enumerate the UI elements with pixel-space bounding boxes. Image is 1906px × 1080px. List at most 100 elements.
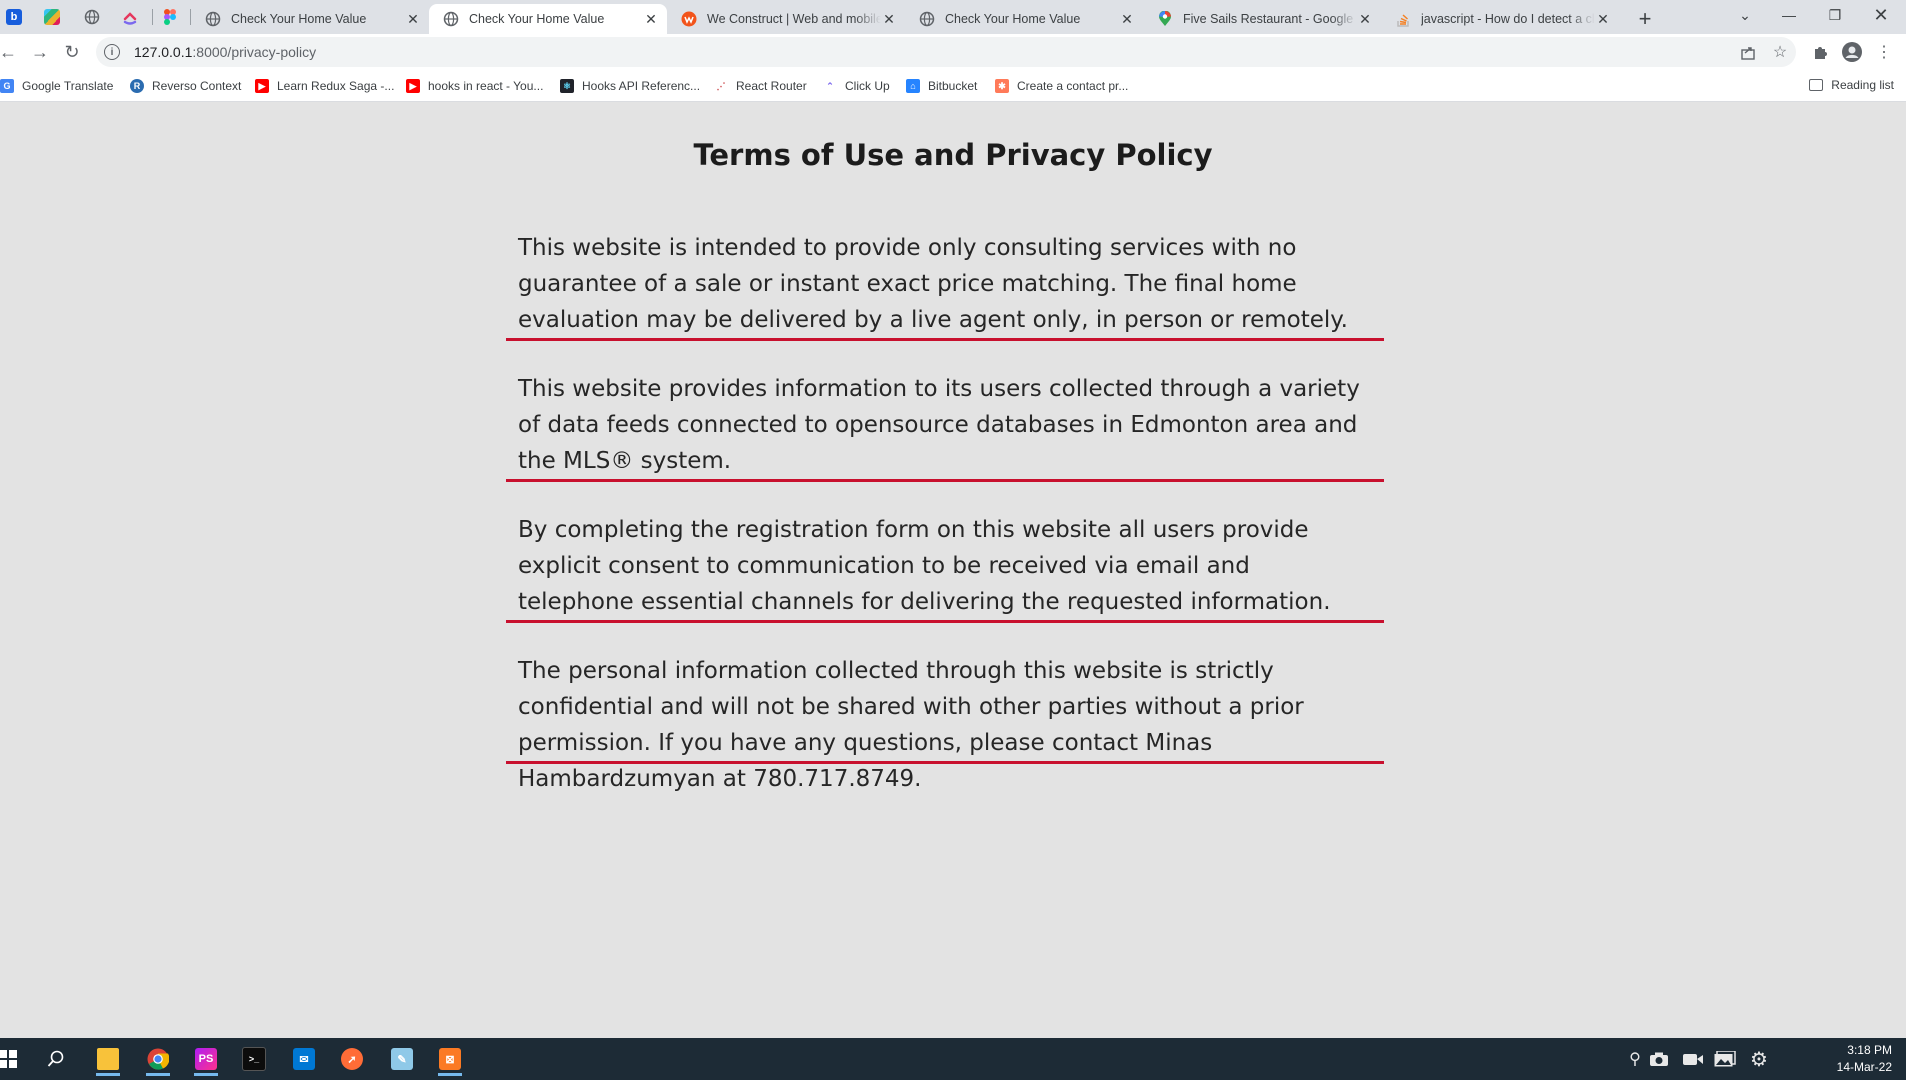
bookmark-react-router[interactable]: ⋰ React Router <box>714 78 807 94</box>
settings-gear-icon[interactable]: ⚙ <box>1748 1049 1770 1071</box>
minimize-button[interactable]: — <box>1766 0 1812 30</box>
bookmarks-bar: G Google Translate R Reverso Context ▶ Lear… <box>0 70 1906 102</box>
bookmark-bitbucket[interactable]: ⌂ Bitbucket <box>906 78 977 94</box>
youtube-icon: ▶ <box>255 79 269 93</box>
address-url[interactable]: 127.0.0.1:8000/privacy-policy <box>134 44 316 60</box>
phpstorm-icon[interactable]: PS <box>184 1042 228 1076</box>
policy-item: The personal information collected throu… <box>506 650 1384 792</box>
new-tab-button[interactable]: + <box>1632 6 1658 32</box>
tab-title: Check Your Home Value <box>469 12 605 26</box>
policy-paragraph: The personal information collected throu… <box>518 658 1304 792</box>
tab-title: We Construct | Web and mobile developmen… <box>707 12 881 26</box>
page-title: Terms of Use and Privacy Policy <box>693 138 1213 172</box>
tab-check-home-value-2[interactable]: Check Your Home Value ✕ <box>905 4 1143 34</box>
bookmark-clickup[interactable]: ⌃ Click Up <box>823 78 889 94</box>
clickup-icon: ⌃ <box>826 80 834 91</box>
terminal-icon[interactable]: >_ <box>232 1042 276 1076</box>
bookmark-hubspot[interactable]: ✱ Create a contact pr... <box>995 78 1128 94</box>
policy-paragraph: By completing the registration form on t… <box>518 517 1331 615</box>
tab-check-home-value-active[interactable]: Check Your Home Value ✕ <box>429 4 667 34</box>
react-router-icon: ⋰ <box>716 80 726 91</box>
slack-icon <box>44 9 60 25</box>
close-icon[interactable]: ✕ <box>1357 11 1373 27</box>
tab-title: javascript - How do I detect a click out… <box>1421 12 1595 26</box>
policy-paragraph: This website provides information to its… <box>518 376 1360 474</box>
youtube-icon: ▶ <box>406 79 420 93</box>
clickup-icon <box>123 12 137 25</box>
tab-stackoverflow[interactable]: javascript - How do I detect a click out… <box>1381 4 1619 34</box>
clock-time: 3:18 PM <box>1847 1043 1892 1057</box>
bookmark-hooks-react[interactable]: ▶ hooks in react - You... <box>406 78 543 94</box>
pinned-tab-clickup[interactable] <box>112 4 148 30</box>
tab-title: Five Sails Restaurant - Google Maps <box>1183 12 1357 26</box>
bitbucket-icon: ⌂ <box>906 79 920 93</box>
reading-list-icon <box>1809 79 1824 91</box>
mail-icon[interactable]: ✉ <box>282 1042 326 1076</box>
profile-avatar-icon[interactable] <box>1842 42 1862 62</box>
bookmark-reverso[interactable]: R Reverso Context <box>130 78 241 94</box>
site-info-icon[interactable]: i <box>104 44 120 60</box>
camera-icon[interactable] <box>1648 1049 1670 1069</box>
maps-pin-icon <box>1157 11 1173 27</box>
bookmark-hooks-api[interactable]: ⚛ Hooks API Referenc... <box>560 78 700 94</box>
bookmark-star-icon[interactable]: ☆ <box>1770 42 1790 62</box>
page-content: Terms of Use and Privacy Policy This web… <box>0 102 1906 1038</box>
reading-list-button[interactable]: Reading list <box>1809 78 1894 92</box>
clock-date: 14-Mar-22 <box>1836 1060 1892 1074</box>
globe-icon <box>919 11 935 27</box>
chrome-icon[interactable] <box>136 1042 180 1076</box>
browser-toolbar: ← → ↻ i 127.0.0.1:8000/privacy-policy ☆ … <box>0 34 1906 70</box>
xampp-icon[interactable]: ⊠ <box>428 1042 472 1076</box>
globe-icon <box>443 11 459 27</box>
close-icon[interactable]: ✕ <box>643 11 659 27</box>
search-icon[interactable] <box>34 1042 78 1076</box>
tab-five-sails-maps[interactable]: Five Sails Restaurant - Google Maps ✕ <box>1143 4 1381 34</box>
tab-title: Check Your Home Value <box>945 12 1081 26</box>
stackoverflow-icon <box>1395 11 1411 27</box>
policy-item: This website is intended to provide only… <box>506 227 1384 341</box>
extensions-puzzle-icon[interactable] <box>1810 42 1830 62</box>
close-icon[interactable]: ✕ <box>881 11 897 27</box>
pin-icon[interactable]: ⚲ <box>1624 1049 1646 1069</box>
bookmark-google-translate[interactable]: G Google Translate <box>0 78 113 94</box>
hubspot-icon: ✱ <box>995 79 1009 93</box>
restore-button[interactable]: ❐ <box>1812 0 1858 30</box>
react-icon: ⚛ <box>560 79 574 93</box>
tab-check-home-value-1[interactable]: Check Your Home Value ✕ <box>191 4 429 34</box>
policy-item: By completing the registration form on t… <box>506 509 1384 623</box>
tab-title: Check Your Home Value <box>231 12 367 26</box>
close-window-button[interactable]: ✕ <box>1858 0 1904 30</box>
menu-kebab-icon[interactable]: ⋮ <box>1874 42 1894 62</box>
postman-icon[interactable]: ➚ <box>330 1042 374 1076</box>
pinned-tab-bitwarden[interactable]: b <box>0 4 32 30</box>
bitwarden-icon: b <box>6 9 22 25</box>
close-icon[interactable]: ✕ <box>405 11 421 27</box>
gallery-icon[interactable] <box>1714 1049 1736 1069</box>
address-bar[interactable]: i 127.0.0.1:8000/privacy-policy <box>96 37 1796 67</box>
pinned-tab-globe[interactable] <box>74 4 110 30</box>
policy-paragraph: This website is intended to provide only… <box>518 235 1348 333</box>
start-windows-icon[interactable] <box>0 1042 30 1076</box>
globe-icon <box>84 9 100 25</box>
system-clock[interactable]: 3:18 PM 14-Mar-22 <box>1837 1042 1892 1076</box>
reverso-icon: R <box>130 79 144 93</box>
file-explorer-icon[interactable] <box>86 1042 130 1076</box>
bookmark-redux-saga[interactable]: ▶ Learn Redux Saga -... <box>255 78 394 94</box>
pinned-tab-slack[interactable] <box>34 4 70 30</box>
tab-we-construct[interactable]: We Construct | Web and mobile developmen… <box>667 4 905 34</box>
notepad-icon[interactable]: ✎ <box>380 1042 424 1076</box>
pinned-tab-figma[interactable] <box>152 4 188 30</box>
policy-item: This website provides information to its… <box>506 368 1384 482</box>
video-camera-icon[interactable] <box>1682 1049 1704 1069</box>
globe-icon <box>205 11 221 27</box>
figma-icon <box>164 9 176 25</box>
windows-taskbar: PS >_ ✉ ➚ ✎ ⊠ ⚲ ⚙ 3:18 PM 14-Mar-22 <box>0 1038 1906 1080</box>
tab-search-chevron-icon[interactable]: ⌄ <box>1722 0 1768 30</box>
close-icon[interactable]: ✕ <box>1595 11 1611 27</box>
forward-arrow-icon[interactable]: → <box>28 40 52 64</box>
google-translate-icon: G <box>0 79 14 93</box>
back-arrow-icon[interactable]: ← <box>0 40 20 64</box>
reload-icon[interactable]: ↻ <box>60 40 84 64</box>
share-icon[interactable] <box>1738 42 1758 62</box>
close-icon[interactable]: ✕ <box>1119 11 1135 27</box>
